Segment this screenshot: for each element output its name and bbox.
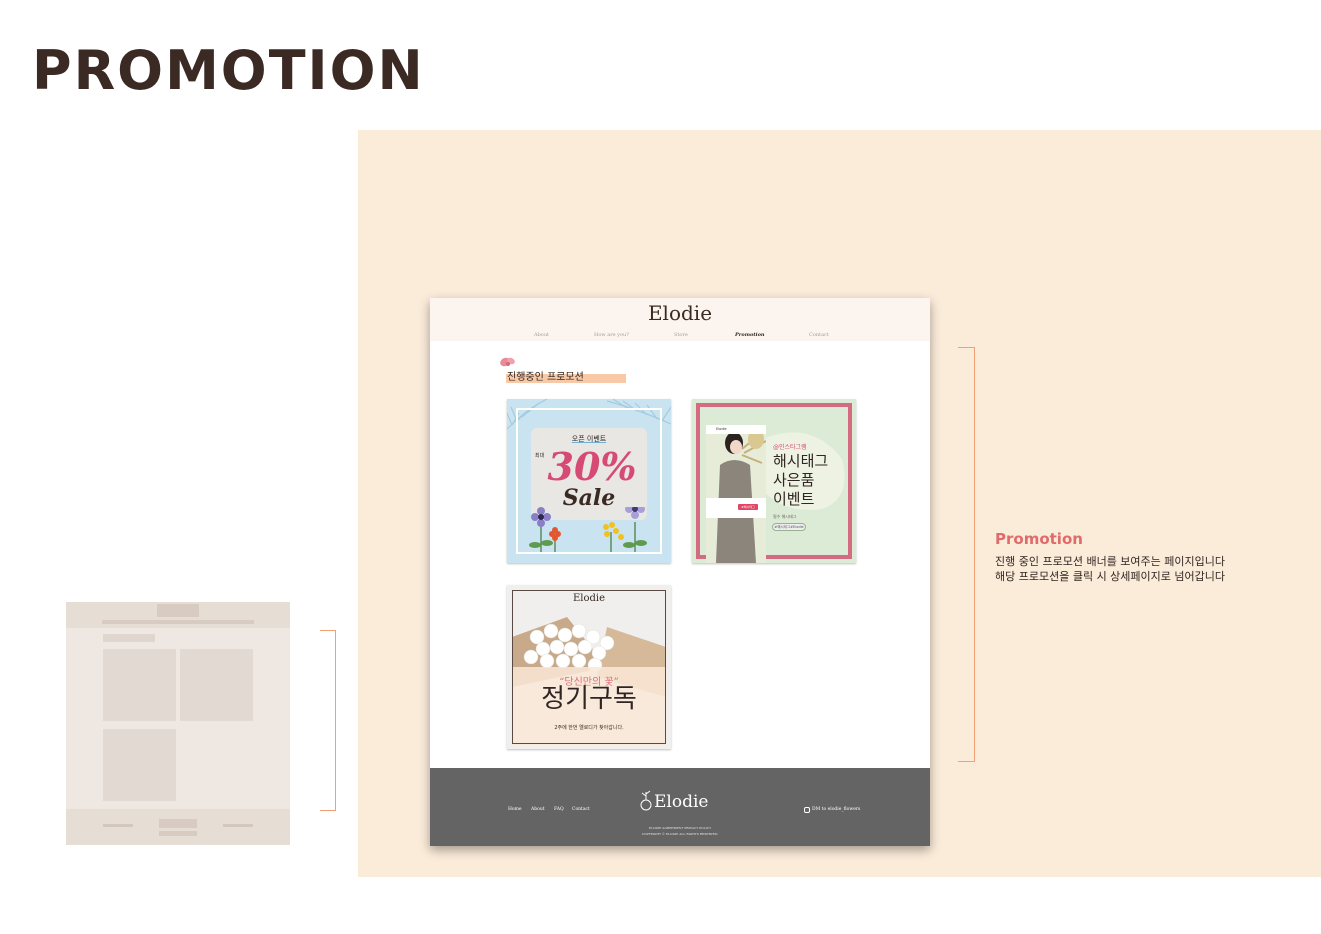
nav-how-are-you[interactable]: How are you?	[594, 332, 629, 338]
site-footer: Home About FAQ Contact Elodie DM to elod…	[430, 768, 930, 846]
flower-logo-icon	[640, 790, 652, 811]
nav-contact[interactable]: Contact	[809, 332, 829, 338]
wireframe-section-title	[103, 634, 155, 642]
hashtag-title-line-2: 사은품	[773, 471, 815, 489]
banner-open-event[interactable]: 오픈 이벤트 최대 30% Sale	[507, 399, 671, 563]
footer-policy-links[interactable]: ELODIE AGREEMENT PRIVACY POLICY	[430, 826, 930, 830]
footer-link-contact[interactable]: Contact	[572, 807, 590, 812]
flower-icon	[500, 357, 515, 367]
content-bracket	[958, 347, 975, 762]
description-line: 해당 프로모션을 클릭 시 상세페이지로 넘어갑니다	[995, 570, 1226, 583]
section-title: 진행중인 프로모션	[507, 372, 584, 383]
nav-store[interactable]: Store	[674, 332, 688, 338]
hashtag-title-line-3: 이벤트	[773, 490, 815, 508]
woman-with-flowers-photo	[706, 429, 766, 563]
page-title: PROMOTION	[32, 39, 425, 102]
instagram-label: @인스타그램	[773, 444, 807, 451]
hashtag-title-line-1: 해시태그	[773, 452, 829, 470]
footer-copyright: COPYRIGHT © ELODIE ALL RIGHTS RESERVED.	[641, 832, 719, 836]
subscription-subtitle: 2주에 한번 엘로디가 찾아갑니다.	[554, 725, 624, 731]
footer-link-about[interactable]: About	[531, 807, 545, 812]
wireframe-logo	[157, 604, 199, 617]
wireframe-footer	[66, 809, 290, 845]
site-header: Elodie About How are you? Store Promotio…	[430, 298, 930, 341]
footer-link-home[interactable]: Home	[508, 807, 522, 812]
instagram-hashtag-badge: #해시태그#Elodie	[738, 504, 758, 515]
discount-percent: 30%	[547, 444, 637, 489]
footer-link-faq[interactable]: FAQ	[554, 807, 564, 812]
layout-wireframe	[66, 602, 290, 845]
banner-subscription[interactable]: Elodie “당신만의 꽃” 정기구독 2주에 한번 엘로디가 찾아갑니다.	[507, 585, 671, 749]
footer-logo[interactable]: Elodie	[654, 792, 708, 812]
wireframe-nav	[102, 620, 254, 624]
site-logo[interactable]: Elodie	[430, 301, 930, 325]
website-mockup: Elodie About How are you? Store Promotio…	[430, 298, 930, 846]
instagram-username: Elodie	[716, 427, 727, 431]
wireframe-banner	[180, 649, 253, 721]
open-event-label: 오픈 이벤트	[571, 435, 607, 443]
description-line: 진행 중인 프로모션 배너를 보여주는 페이지입니다	[995, 555, 1226, 568]
footer-dm-link[interactable]: DM to elodie_flowers	[812, 807, 860, 812]
wireframe-banner	[103, 649, 176, 721]
banner-hashtag-event[interactable]: Elodie #해시태그#Elodie @인스타그램 해시태그 사은품 이벤트 …	[692, 399, 856, 563]
wireframe-bracket	[320, 630, 336, 811]
hashtag-pill: #해시태그#Elodie	[772, 523, 806, 531]
nav-about[interactable]: About	[534, 332, 549, 338]
hashtag-note: 필수 해시태그	[773, 514, 797, 519]
instagram-post-header	[706, 425, 766, 434]
description-title: Promotion	[995, 530, 1083, 548]
banner-logo: Elodie	[572, 593, 606, 604]
instagram-icon[interactable]	[804, 807, 810, 813]
subscription-title: 정기구독	[541, 684, 637, 714]
wireframe-banner	[103, 729, 176, 801]
flowers-illustration	[529, 507, 647, 552]
nav-promotion[interactable]: Promotion	[735, 332, 765, 338]
